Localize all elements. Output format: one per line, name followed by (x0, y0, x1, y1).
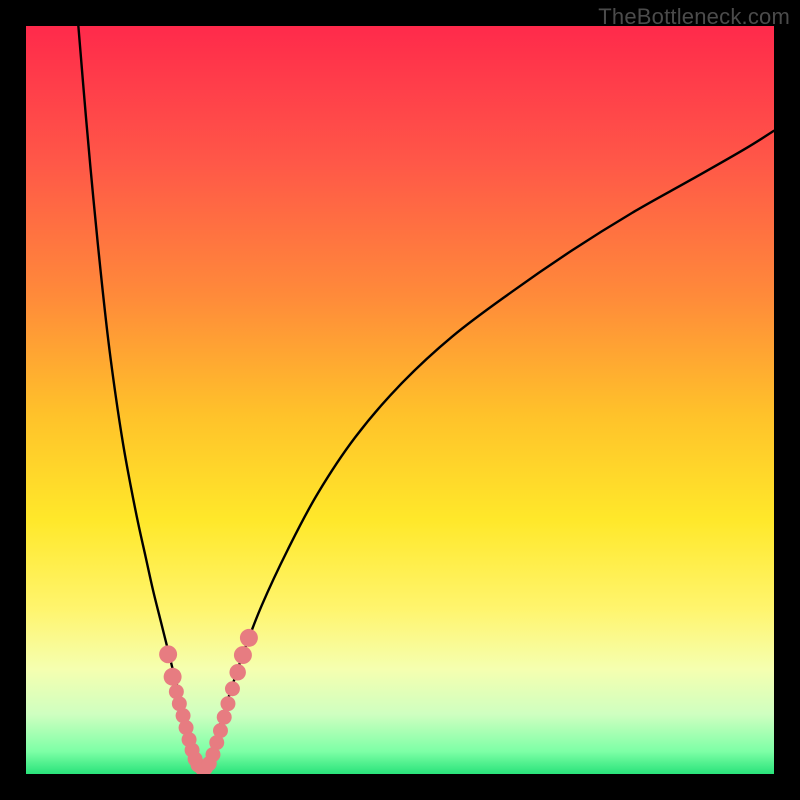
data-marker (213, 723, 228, 738)
left-branch-curve (78, 26, 196, 767)
curve-layer (26, 26, 774, 774)
right-branch-curve (209, 131, 774, 763)
data-marker (229, 664, 245, 680)
watermark-text: TheBottleneck.com (598, 4, 790, 30)
data-marker (164, 668, 182, 686)
data-marker (240, 629, 258, 647)
chart-frame: TheBottleneck.com (0, 0, 800, 800)
marker-group (159, 629, 258, 774)
data-marker (225, 681, 240, 696)
data-marker (159, 645, 177, 663)
data-marker (234, 646, 252, 664)
data-marker (217, 710, 232, 725)
data-marker (220, 696, 235, 711)
